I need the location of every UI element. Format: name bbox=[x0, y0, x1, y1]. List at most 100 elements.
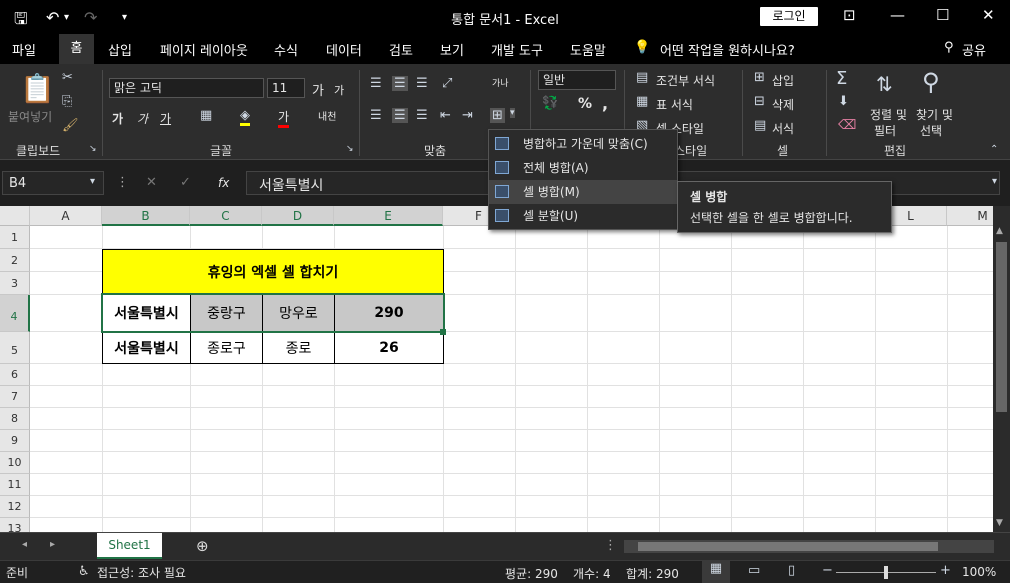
more-icon[interactable]: ⋮ bbox=[604, 538, 617, 553]
ribbon-display-icon[interactable]: ⊡ bbox=[843, 6, 856, 24]
zoom-out-icon[interactable]: − bbox=[822, 563, 833, 578]
column-header-a[interactable]: A bbox=[30, 206, 102, 226]
collapse-ribbon-icon[interactable]: ⌃ bbox=[990, 144, 998, 155]
tab-insert[interactable]: 삽입 bbox=[108, 40, 132, 59]
find-select-label-1[interactable]: 찾기 및 bbox=[916, 106, 953, 123]
name-box-dropdown-icon[interactable]: ▾ bbox=[90, 176, 95, 187]
row-header-6[interactable]: 6 bbox=[0, 364, 30, 386]
name-box[interactable]: B4 bbox=[2, 171, 104, 195]
vertical-scrollbar[interactable]: ▲ ▼ bbox=[993, 206, 1010, 532]
dialog-launcher-icon[interactable]: ↘ bbox=[89, 144, 97, 154]
tab-page-layout[interactable]: 페이지 레이아웃 bbox=[160, 40, 248, 59]
cancel-icon[interactable]: ✕ bbox=[146, 175, 157, 190]
tab-review[interactable]: 검토 bbox=[389, 40, 413, 59]
tab-help[interactable]: 도움말 bbox=[570, 40, 606, 59]
normal-view-icon[interactable]: ▦ bbox=[702, 561, 730, 583]
scroll-down-icon[interactable]: ▼ bbox=[996, 518, 1003, 528]
number-format-select[interactable]: 일반 bbox=[538, 70, 616, 90]
paste-icon[interactable]: 📋 bbox=[20, 72, 55, 105]
fill-icon[interactable]: ⬇ bbox=[838, 94, 849, 109]
copy-icon[interactable]: ⎘ bbox=[62, 94, 72, 109]
align-top-icon[interactable]: ☰ bbox=[370, 76, 382, 91]
column-header-m[interactable]: M bbox=[947, 206, 993, 226]
row-header-12[interactable]: 12 bbox=[0, 496, 30, 518]
percent-button[interactable]: % bbox=[578, 96, 592, 112]
row-header-4[interactable]: 4 bbox=[0, 295, 30, 332]
menu-item-merge-cells[interactable]: 셀 병합(M) bbox=[489, 180, 677, 204]
worksheet-grid[interactable]: A B C D E F G H I J K L M 1 2 3 4 5 6 7 … bbox=[0, 206, 993, 532]
italic-button[interactable]: 가 bbox=[137, 110, 148, 127]
tell-me-box[interactable]: 어떤 작업을 원하시나요? bbox=[660, 40, 795, 59]
cell-b5[interactable]: 서울특별시 bbox=[102, 331, 191, 364]
conditional-format-button[interactable]: 조건부 서식 bbox=[656, 72, 715, 89]
comma-button[interactable]: , bbox=[602, 94, 608, 113]
cell-c4[interactable]: 중랑구 bbox=[190, 294, 263, 332]
share-button[interactable]: 공유 bbox=[962, 40, 986, 59]
insert-function-button[interactable]: fx bbox=[218, 176, 229, 190]
fill-color-icon[interactable]: ◈ bbox=[240, 108, 250, 126]
menu-item-merge-across[interactable]: 전체 병합(A) bbox=[489, 156, 677, 180]
close-button[interactable]: ✕ bbox=[982, 6, 995, 24]
zoom-in-icon[interactable]: + bbox=[940, 563, 951, 578]
decrease-indent-icon[interactable]: ⇤ bbox=[440, 108, 451, 123]
table-format-button[interactable]: 표 서식 bbox=[656, 96, 693, 113]
row-header-1[interactable]: 1 bbox=[0, 226, 30, 249]
more-icon[interactable]: ⋮ bbox=[116, 175, 129, 190]
menu-item-unmerge-cells[interactable]: 셀 분할(U) bbox=[489, 204, 677, 228]
menu-item-merge-center[interactable]: 병합하고 가운데 맞춤(C) bbox=[489, 132, 677, 156]
align-left-icon[interactable]: ☰ bbox=[370, 108, 382, 123]
tab-formulas[interactable]: 수식 bbox=[274, 40, 298, 59]
grow-font-button[interactable]: 가 bbox=[312, 80, 324, 99]
column-header-b[interactable]: B bbox=[102, 206, 190, 226]
align-right-icon[interactable]: ☰ bbox=[416, 108, 428, 123]
login-button[interactable]: 로그인 bbox=[760, 7, 818, 26]
increase-indent-icon[interactable]: ⇥ bbox=[462, 108, 473, 123]
title-cell[interactable]: 휴잉의 엑셀 셀 합치기 bbox=[102, 249, 444, 295]
cell-e5[interactable]: 26 bbox=[334, 331, 444, 364]
page-layout-view-icon[interactable]: ▭ bbox=[748, 563, 760, 578]
zoom-slider-thumb[interactable] bbox=[884, 566, 888, 579]
delete-cells-icon[interactable]: ⊟ bbox=[754, 94, 765, 109]
scroll-thumb[interactable] bbox=[996, 242, 1007, 412]
align-middle-icon[interactable]: ☰ bbox=[392, 76, 408, 91]
phonetic-button[interactable]: 내천 bbox=[318, 108, 336, 123]
sheet-tab-sheet1[interactable]: Sheet1 bbox=[97, 533, 162, 559]
wrap-text-button[interactable]: 가나 bbox=[492, 76, 509, 89]
align-center-icon[interactable]: ☰ bbox=[392, 108, 408, 123]
row-header-3[interactable]: 3 bbox=[0, 272, 30, 295]
row-header-9[interactable]: 9 bbox=[0, 430, 30, 452]
sort-filter-label-1[interactable]: 정렬 및 bbox=[870, 106, 907, 123]
add-sheet-icon[interactable]: ⊕ bbox=[196, 537, 209, 555]
scroll-up-icon[interactable]: ▲ bbox=[996, 226, 1003, 236]
underline-button[interactable]: 가 bbox=[160, 110, 171, 127]
clear-icon[interactable]: ⌫ bbox=[838, 118, 856, 133]
fill-handle[interactable] bbox=[440, 329, 446, 335]
expand-formula-icon[interactable]: ▾ bbox=[992, 176, 997, 187]
borders-icon[interactable]: ▦ bbox=[200, 108, 212, 123]
conditional-format-icon[interactable]: ▤ bbox=[636, 70, 648, 85]
insert-cells-icon[interactable]: ⊞ bbox=[754, 70, 765, 85]
minimize-button[interactable]: — bbox=[890, 6, 905, 24]
row-header-7[interactable]: 7 bbox=[0, 386, 30, 408]
row-header-10[interactable]: 10 bbox=[0, 452, 30, 474]
tab-view[interactable]: 보기 bbox=[440, 40, 464, 59]
find-select-label-2[interactable]: 선택 bbox=[920, 122, 942, 139]
find-select-icon[interactable]: ⚲ bbox=[922, 68, 940, 96]
merge-center-icon[interactable]: ⊞ bbox=[490, 108, 505, 123]
row-header-11[interactable]: 11 bbox=[0, 474, 30, 496]
column-header-d[interactable]: D bbox=[262, 206, 334, 226]
share-icon[interactable]: ⚲ bbox=[944, 40, 954, 55]
scroll-thumb[interactable] bbox=[638, 542, 938, 551]
format-cells-button[interactable]: 서식 bbox=[772, 120, 794, 137]
column-header-c[interactable]: C bbox=[190, 206, 262, 226]
currency-icon[interactable]: 💱 bbox=[542, 96, 558, 111]
zoom-level[interactable]: 100% bbox=[962, 565, 996, 579]
autosum-icon[interactable]: Σ bbox=[836, 68, 847, 89]
bold-button[interactable]: 가 bbox=[112, 110, 123, 127]
table-format-icon[interactable]: ▦ bbox=[636, 94, 648, 109]
cell-c5[interactable]: 종로구 bbox=[190, 331, 263, 364]
delete-cells-button[interactable]: 삭제 bbox=[772, 96, 794, 113]
format-painter-icon[interactable]: 🖌 bbox=[62, 118, 79, 133]
select-all-corner[interactable] bbox=[0, 206, 30, 226]
font-size-select[interactable]: 11 bbox=[267, 78, 305, 98]
